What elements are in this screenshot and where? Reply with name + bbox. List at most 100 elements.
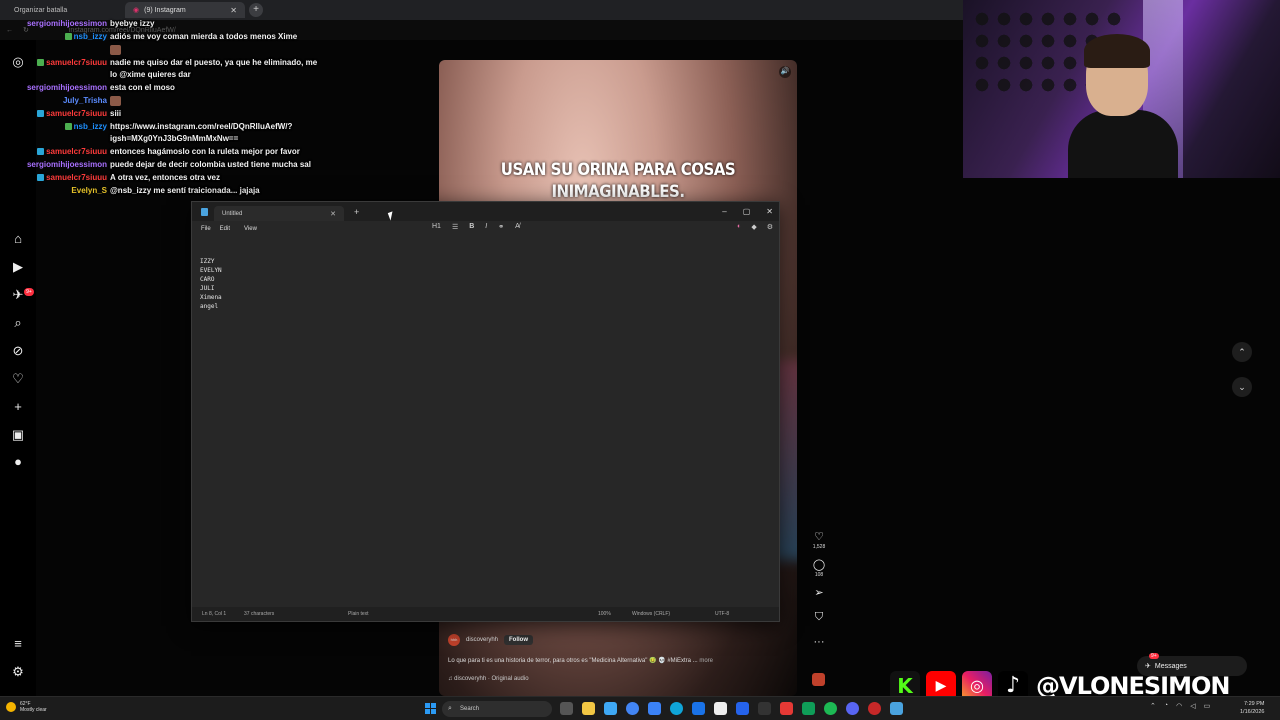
app-icon[interactable] (758, 702, 771, 715)
edge-icon[interactable] (670, 702, 683, 715)
chat-text: entonces hagámoslo con la ruleta mejor p… (110, 146, 320, 158)
chevron-up-icon[interactable]: ⌃ (1150, 702, 1156, 710)
menu-icon[interactable]: ≡ (10, 636, 26, 652)
task-view-icon[interactable] (560, 702, 573, 715)
author-avatar[interactable]: hhh (448, 634, 460, 646)
next-reel-button[interactable]: ⌄ (1232, 377, 1252, 397)
chat-username[interactable]: samuelcr7siuuu (20, 57, 110, 69)
outlook-icon[interactable] (692, 702, 705, 715)
bold-icon[interactable]: B (469, 223, 474, 231)
app-icon[interactable] (780, 702, 793, 715)
taskbar-search[interactable]: ⌕ Search (442, 701, 552, 717)
heading-dropdown[interactable]: H1 (432, 223, 441, 231)
volume-icon[interactable]: ◁ (1190, 702, 1195, 710)
taskbar-clock[interactable]: 7:29 PM 1/16/2026 (1240, 700, 1264, 716)
notepad-titlebar[interactable]: Untitled ✕ + – ▢ ✕ (192, 202, 779, 221)
clear-format-icon[interactable]: A̸ (515, 223, 520, 231)
network-icon[interactable]: ◔ (1164, 702, 1168, 710)
notepad-taskbar-icon[interactable] (714, 702, 727, 715)
comment-icon[interactable]: ◯ (810, 558, 828, 571)
account-icon[interactable]: ◆ (751, 223, 756, 231)
chat-username[interactable]: sergiomihijoessimon (20, 82, 110, 94)
copilot-icon[interactable]: ◐ (737, 223, 741, 231)
streamer-hair (1084, 34, 1150, 68)
chat-username[interactable]: samuelcr7siuuu (20, 172, 110, 184)
sound-icon[interactable]: 🔊 (779, 66, 791, 78)
menu-view[interactable]: View (244, 226, 257, 232)
menu-edit[interactable]: Edit (220, 226, 230, 232)
store-icon[interactable] (604, 702, 617, 715)
maximize-icon[interactable]: ▢ (743, 207, 751, 216)
more-link[interactable]: more (699, 658, 713, 664)
chat-username[interactable]: nsb_izzy (20, 31, 110, 43)
search-icon[interactable]: ⌕ (10, 315, 26, 331)
browser-tab-1[interactable]: Organizar batalla (6, 2, 121, 18)
link-icon[interactable]: ⚭ (498, 223, 504, 231)
close-window-icon[interactable]: ✕ (766, 207, 773, 216)
windows-start-icon[interactable] (425, 703, 436, 714)
battery-icon[interactable]: ▭ (1204, 702, 1211, 710)
wifi-icon[interactable]: ◠ (1176, 702, 1182, 710)
like-icon[interactable]: ♡ (810, 530, 828, 543)
author-name[interactable]: discoveryhh (466, 637, 498, 643)
chat-username[interactable]: samuelcr7siuuu (20, 146, 110, 158)
create-icon[interactable]: + (10, 399, 26, 415)
italic-icon[interactable]: I (485, 223, 487, 231)
app-icon[interactable] (802, 702, 815, 715)
back-icon[interactable]: ← (6, 27, 13, 34)
notepad-tab[interactable]: Untitled ✕ (214, 206, 344, 221)
reels-icon[interactable]: ▶ (10, 259, 26, 275)
app-icon[interactable] (868, 702, 881, 715)
chat-username[interactable]: samuelcr7siuuu (20, 108, 110, 120)
notepad-active-icon[interactable] (890, 702, 903, 715)
chat-username[interactable]: July_Trisha (20, 95, 110, 107)
clock-date: 1/16/2026 (1240, 709, 1265, 715)
notepad-window[interactable]: Untitled ✕ + – ▢ ✕ File Edit View H1 ☰ B… (191, 201, 780, 622)
comment-count: 108 (814, 572, 824, 578)
username-text: samuelcr7siuuu (46, 109, 107, 118)
app-icon[interactable] (648, 702, 661, 715)
audio-thumbnail[interactable] (812, 673, 825, 686)
home-icon[interactable]: ⌂ (10, 231, 26, 247)
save-icon[interactable]: ⛉ (810, 611, 828, 624)
zoom-level[interactable]: 100% (598, 611, 611, 617)
chat-message: samuelcr7siuuu nadie me quiso dar el pues… (20, 57, 320, 81)
audio-label[interactable]: ♫ discoveryhh · Original audio (448, 676, 788, 682)
discord-icon[interactable] (846, 702, 859, 715)
text-format[interactable]: Plain text (348, 611, 369, 617)
message-text: entonces hagámoslo con la ruleta mejor p… (110, 147, 300, 156)
new-tab-button[interactable]: + (249, 3, 263, 17)
close-tab-icon[interactable]: ✕ (330, 210, 336, 218)
more-options-icon[interactable]: ··· (810, 636, 828, 648)
minimize-icon[interactable]: – (722, 207, 726, 216)
encoding[interactable]: UTF-8 (715, 611, 729, 617)
message-text: nadie me quiso dar el puesto, ya que he … (110, 58, 318, 79)
chat-username[interactable]: nsb_izzy (20, 121, 110, 133)
chrome-icon[interactable] (626, 702, 639, 715)
follow-button[interactable]: Follow (504, 635, 534, 645)
profile-icon[interactable]: ● (10, 454, 26, 470)
file-explorer-icon[interactable] (582, 702, 595, 715)
line-ending[interactable]: Windows (CRLF) (632, 611, 670, 617)
menu-file[interactable]: File (201, 226, 211, 232)
heart-icon[interactable]: ♡ (10, 371, 26, 387)
weather-widget[interactable]: 62°F Mostly clear (6, 701, 47, 713)
settings-icon[interactable]: ⚙ (767, 223, 773, 231)
chat-username[interactable]: sergiomihijoessimon (20, 159, 110, 171)
chat-username[interactable]: sergiomihijoessimon (20, 18, 110, 30)
notepad-text-area[interactable]: IZZY EVELYN CARO JULI Ximena angel (200, 257, 222, 311)
new-tab-button[interactable]: + (354, 207, 359, 217)
spotify-icon[interactable] (824, 702, 837, 715)
chat-message: nsb_izzy https://www.instagram.com/reel/D… (20, 121, 320, 145)
close-icon[interactable]: ✕ (230, 6, 237, 15)
list-icon[interactable]: ☰ (452, 223, 458, 231)
chat-username[interactable]: Evelyn_S (20, 185, 110, 197)
explore-icon[interactable]: ⊘ (10, 343, 26, 359)
message-text: siii (110, 109, 122, 118)
browser-tab-2[interactable]: ◉ (9) Instagram ✕ (125, 2, 245, 18)
apps-icon[interactable]: ⚙ (10, 664, 26, 680)
previous-reel-button[interactable]: ⌃ (1232, 342, 1252, 362)
dashboard-icon[interactable]: ▣ (10, 427, 26, 443)
vpn-icon[interactable] (736, 702, 749, 715)
share-icon[interactable]: ➢ (810, 586, 828, 599)
